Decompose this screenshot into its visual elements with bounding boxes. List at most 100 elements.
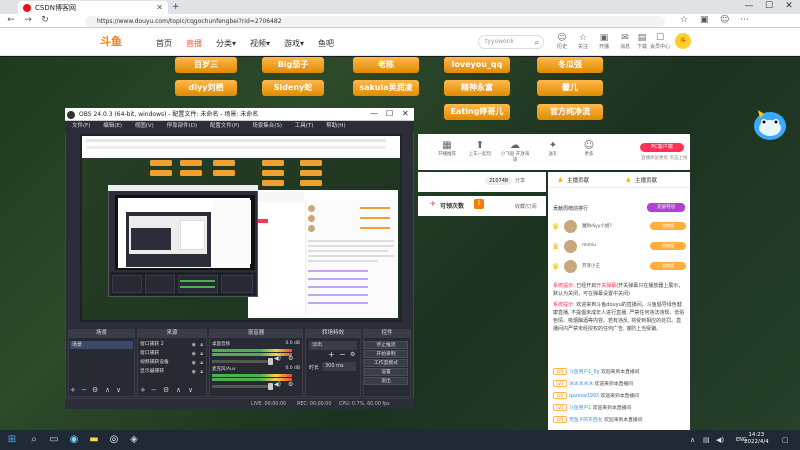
- streamer-tag[interactable]: 精神永富: [444, 80, 510, 96]
- streamer-tag[interactable]: 百岁三: [175, 57, 237, 73]
- mascot-fish-icon[interactable]: [750, 100, 790, 146]
- history-button[interactable]: ☺ 历史: [552, 33, 572, 50]
- network-icon[interactable]: ▤: [703, 436, 710, 444]
- obs-menu-profile[interactable]: 配置文件(P): [210, 123, 240, 129]
- task-view-icon[interactable]: ▭: [46, 432, 62, 448]
- chat-username[interactable]: qazxsw1993: [569, 394, 599, 399]
- start-recording-button[interactable]: 开始录制: [364, 350, 408, 358]
- site-logo[interactable]: 斗鱼: [100, 33, 122, 49]
- source-down-button[interactable]: ∨: [188, 386, 193, 394]
- tab-contribution-right[interactable]: 主播贡献: [635, 176, 657, 184]
- room-btn-recommend[interactable]: ▦ 开播推荐: [432, 140, 462, 157]
- volume-slider[interactable]: [212, 383, 273, 390]
- exit-button[interactable]: 退出: [364, 377, 408, 385]
- room-btn-more[interactable]: ☺ 更多: [574, 140, 604, 157]
- streamer-tag[interactable]: sakula吴润凌: [353, 80, 419, 96]
- studio-mode-button[interactable]: 工作室模式: [364, 359, 408, 367]
- obs-menu-view[interactable]: 视图(V): [135, 123, 154, 129]
- transition-select[interactable]: 淡出: [309, 341, 357, 350]
- streamer-tag[interactable]: 老陈: [353, 57, 419, 73]
- scene-filters-button[interactable]: ⚙: [92, 386, 98, 394]
- menu-icon[interactable]: ⋯: [740, 15, 749, 25]
- obs-menu-file[interactable]: 文件(F): [72, 123, 90, 129]
- chat-username[interactable]: 荒鱼子的东西女: [569, 418, 603, 423]
- eye-icon[interactable]: ◉: [192, 359, 196, 367]
- duration-input[interactable]: 300 ms: [322, 362, 356, 371]
- lock-icon[interactable]: 🔒︎: [200, 341, 203, 349]
- back-button[interactable]: ←: [5, 15, 17, 25]
- chat-username[interactable]: 斗鱼用户1_6y: [569, 370, 600, 375]
- source-item[interactable]: 窗口捕获 2 ◉ 🔒︎: [140, 341, 204, 349]
- vip-button[interactable]: ☐ 会员中心: [650, 33, 670, 50]
- scene-item[interactable]: 场景: [70, 341, 133, 349]
- obs-minimize-button[interactable]: —: [370, 109, 378, 118]
- search-icon[interactable]: ⌕: [535, 37, 539, 49]
- source-item[interactable]: 窗口捕获 ◉ 🔒︎: [140, 350, 204, 358]
- close-window-button[interactable]: ✕: [782, 1, 796, 11]
- nav-category[interactable]: 分类▾: [216, 38, 236, 49]
- app-taskbar-icon[interactable]: ◈: [126, 432, 142, 448]
- user-avatar[interactable]: 斗: [675, 33, 691, 49]
- browser-tab[interactable]: CSDN博客网 ✕: [18, 1, 168, 14]
- nav-fishbar[interactable]: 鱼吧: [318, 38, 334, 49]
- obs-title-bar[interactable]: OBS 24.0.3 (64-bit, windows) - 配置文件: 未命名…: [65, 108, 414, 121]
- start-live-button[interactable]: ▣ 开播: [594, 33, 614, 50]
- settings-button[interactable]: 设置: [364, 368, 408, 376]
- scene-down-button[interactable]: ∨: [116, 386, 121, 394]
- transition-add-button[interactable]: +: [328, 350, 335, 359]
- new-tab-button[interactable]: +: [172, 2, 180, 12]
- transition-remove-button[interactable]: −: [339, 350, 346, 359]
- rank-row[interactable]: ♛ 魔防diyy小姐? 贡献值: [552, 218, 686, 236]
- speaker-icon[interactable]: ◀): [274, 355, 281, 362]
- system-highlight[interactable]: 开关弹幕: [596, 283, 616, 289]
- eye-icon[interactable]: ◉: [192, 368, 196, 376]
- source-remove-button[interactable]: −: [151, 386, 157, 394]
- obs-close-button[interactable]: ✕: [402, 109, 409, 118]
- edge-icon[interactable]: ◉: [66, 432, 82, 448]
- volume-knob[interactable]: [268, 358, 273, 365]
- room-btn-gift[interactable]: ✦ 送礼: [538, 140, 568, 157]
- folder-icon[interactable]: ▬: [86, 432, 102, 448]
- download-button[interactable]: ▤ 下载: [632, 33, 652, 50]
- lock-icon[interactable]: 🔒︎: [200, 368, 203, 376]
- source-item[interactable]: 视频捕获设备 ◉ 🔒︎: [140, 359, 204, 367]
- favorites-icon[interactable]: ☆: [680, 15, 688, 25]
- scene-up-button[interactable]: ∧: [105, 386, 110, 394]
- stop-streaming-button[interactable]: 停止推流: [364, 341, 408, 349]
- profile-icon[interactable]: ☺: [720, 15, 729, 25]
- tray-arrow-icon[interactable]: ∧: [690, 436, 695, 444]
- forward-button[interactable]: →: [22, 15, 34, 25]
- transition-gear-icon[interactable]: ⚙: [350, 351, 355, 358]
- share-button[interactable]: 分享: [515, 177, 525, 184]
- nav-video[interactable]: 视频▾: [250, 38, 270, 49]
- nav-game[interactable]: 游戏▾: [284, 38, 304, 49]
- streamer-tag[interactable]: Sideny蛇: [262, 80, 324, 96]
- nav-live[interactable]: 直播: [186, 38, 202, 49]
- obs-menu-tools[interactable]: 工具(T): [295, 123, 314, 129]
- collect-button[interactable]: 收藏/订阅: [515, 203, 537, 210]
- volume-slider[interactable]: [212, 358, 273, 365]
- nav-home[interactable]: 首页: [156, 38, 172, 49]
- tab-contribution-left[interactable]: 主播贡献: [567, 176, 589, 184]
- notification-icon[interactable]: ▢: [782, 436, 789, 444]
- scene-add-button[interactable]: +: [70, 386, 76, 394]
- rank-row[interactable]: ♛ mimiu 贡献值: [552, 238, 686, 256]
- eye-icon[interactable]: ◉: [192, 341, 196, 349]
- streamer-tag[interactable]: 馨儿: [537, 80, 603, 96]
- minimize-button[interactable]: —: [742, 1, 756, 11]
- scene-remove-button[interactable]: −: [81, 386, 87, 394]
- lock-icon[interactable]: 🔒︎: [200, 350, 203, 358]
- obs-maximize-button[interactable]: ☐: [386, 109, 393, 118]
- url-field[interactable]: https://www.douyu.com/topic/cqgochunfeng…: [85, 16, 665, 27]
- streamer-tag[interactable]: loveyou_qq: [444, 57, 510, 73]
- obs-taskbar-icon[interactable]: ◎: [106, 432, 122, 448]
- gear-icon[interactable]: ⚙: [288, 381, 293, 388]
- system-clock[interactable]: 14:23 2022/4/4: [744, 432, 769, 446]
- search-icon[interactable]: ⌕: [26, 432, 42, 448]
- fish-label[interactable]: 可领次数: [440, 201, 464, 210]
- obs-menu-docks[interactable]: 停靠部件(D): [167, 123, 198, 129]
- streamer-tag[interactable]: 官方纯净流: [537, 104, 603, 120]
- eye-icon[interactable]: ◉: [192, 350, 196, 358]
- rank-row[interactable]: ♛ 苏菲小王 贡献值: [552, 258, 686, 276]
- lock-icon[interactable]: 🔒︎: [200, 359, 203, 367]
